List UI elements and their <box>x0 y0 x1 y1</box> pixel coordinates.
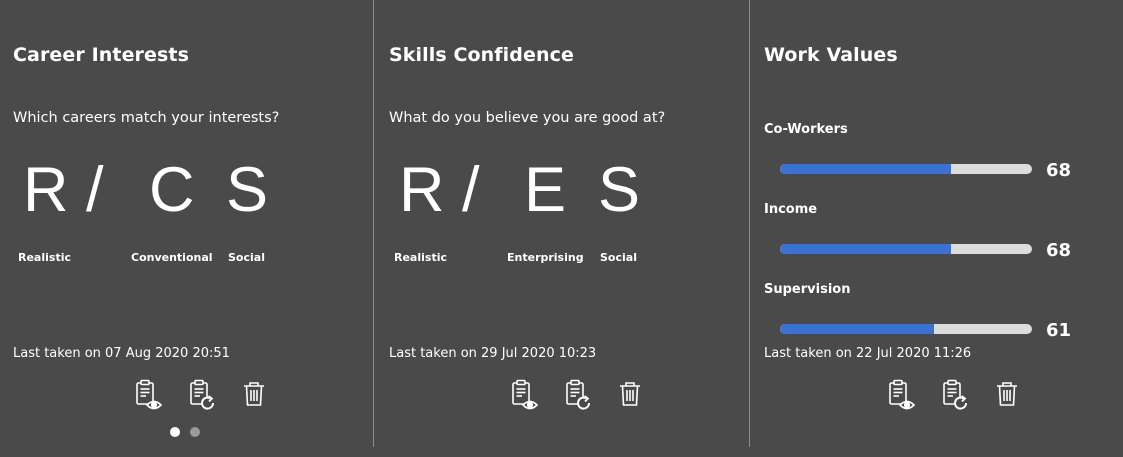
value-bar-fill <box>780 324 934 334</box>
code-letter: C <box>149 155 195 225</box>
value-bar <box>780 324 1032 334</box>
code-letter: R <box>23 155 69 225</box>
skills-confidence-card[interactable]: Skills Confidence What do you believe yo… <box>374 0 749 447</box>
view-results-icon[interactable] <box>133 378 167 412</box>
career-interests-card[interactable]: Career Interests Which careers match you… <box>0 0 373 447</box>
value-name: Income <box>764 202 818 217</box>
card-question: Which careers match your interests? <box>13 110 280 126</box>
code-label: Conventional <box>131 251 213 264</box>
view-results-icon[interactable] <box>509 378 543 412</box>
code-label: Social <box>600 251 637 264</box>
delete-icon[interactable] <box>993 378 1027 412</box>
last-taken: Last taken on 29 Jul 2020 10:23 <box>389 346 597 361</box>
code-slash: / <box>86 155 104 225</box>
code-label: Enterprising <box>507 251 584 264</box>
card-title: Skills Confidence <box>389 44 574 66</box>
retake-icon[interactable] <box>563 378 597 412</box>
value-name: Supervision <box>764 282 851 297</box>
value-bar-fill <box>780 244 952 254</box>
value-score: 68 <box>1046 240 1072 261</box>
value-bar <box>780 164 1032 174</box>
code-label: Social <box>228 251 265 264</box>
code-label: Realistic <box>18 251 71 264</box>
view-results-icon[interactable] <box>886 378 920 412</box>
pagination-dot[interactable] <box>190 427 200 437</box>
retake-icon[interactable] <box>187 378 221 412</box>
code-letter: R <box>399 155 445 225</box>
value-bar <box>780 244 1032 254</box>
pagination-dot-active[interactable] <box>170 427 180 437</box>
delete-icon[interactable] <box>240 378 274 412</box>
interest-code: R / C S <box>0 154 373 234</box>
retake-icon[interactable] <box>940 378 974 412</box>
code-letter: E <box>524 155 567 225</box>
delete-icon[interactable] <box>616 378 650 412</box>
last-taken: Last taken on 07 Aug 2020 20:51 <box>13 346 230 361</box>
code-slash: / <box>462 155 480 225</box>
card-question: What do you believe you are good at? <box>389 110 666 126</box>
code-letter: S <box>598 155 641 225</box>
work-values-card[interactable]: Work Values Co-Workers 68 Income 68 Supe… <box>750 0 1123 447</box>
code-label: Realistic <box>394 251 447 264</box>
value-score: 68 <box>1046 160 1072 181</box>
skills-code: R / E S <box>374 154 749 234</box>
value-bar-fill <box>780 164 952 174</box>
card-title: Career Interests <box>13 44 190 66</box>
last-taken: Last taken on 22 Jul 2020 11:26 <box>764 346 972 361</box>
value-score: 61 <box>1046 320 1072 341</box>
value-name: Co-Workers <box>764 122 848 137</box>
code-letter: S <box>226 155 269 225</box>
card-title: Work Values <box>764 44 898 66</box>
